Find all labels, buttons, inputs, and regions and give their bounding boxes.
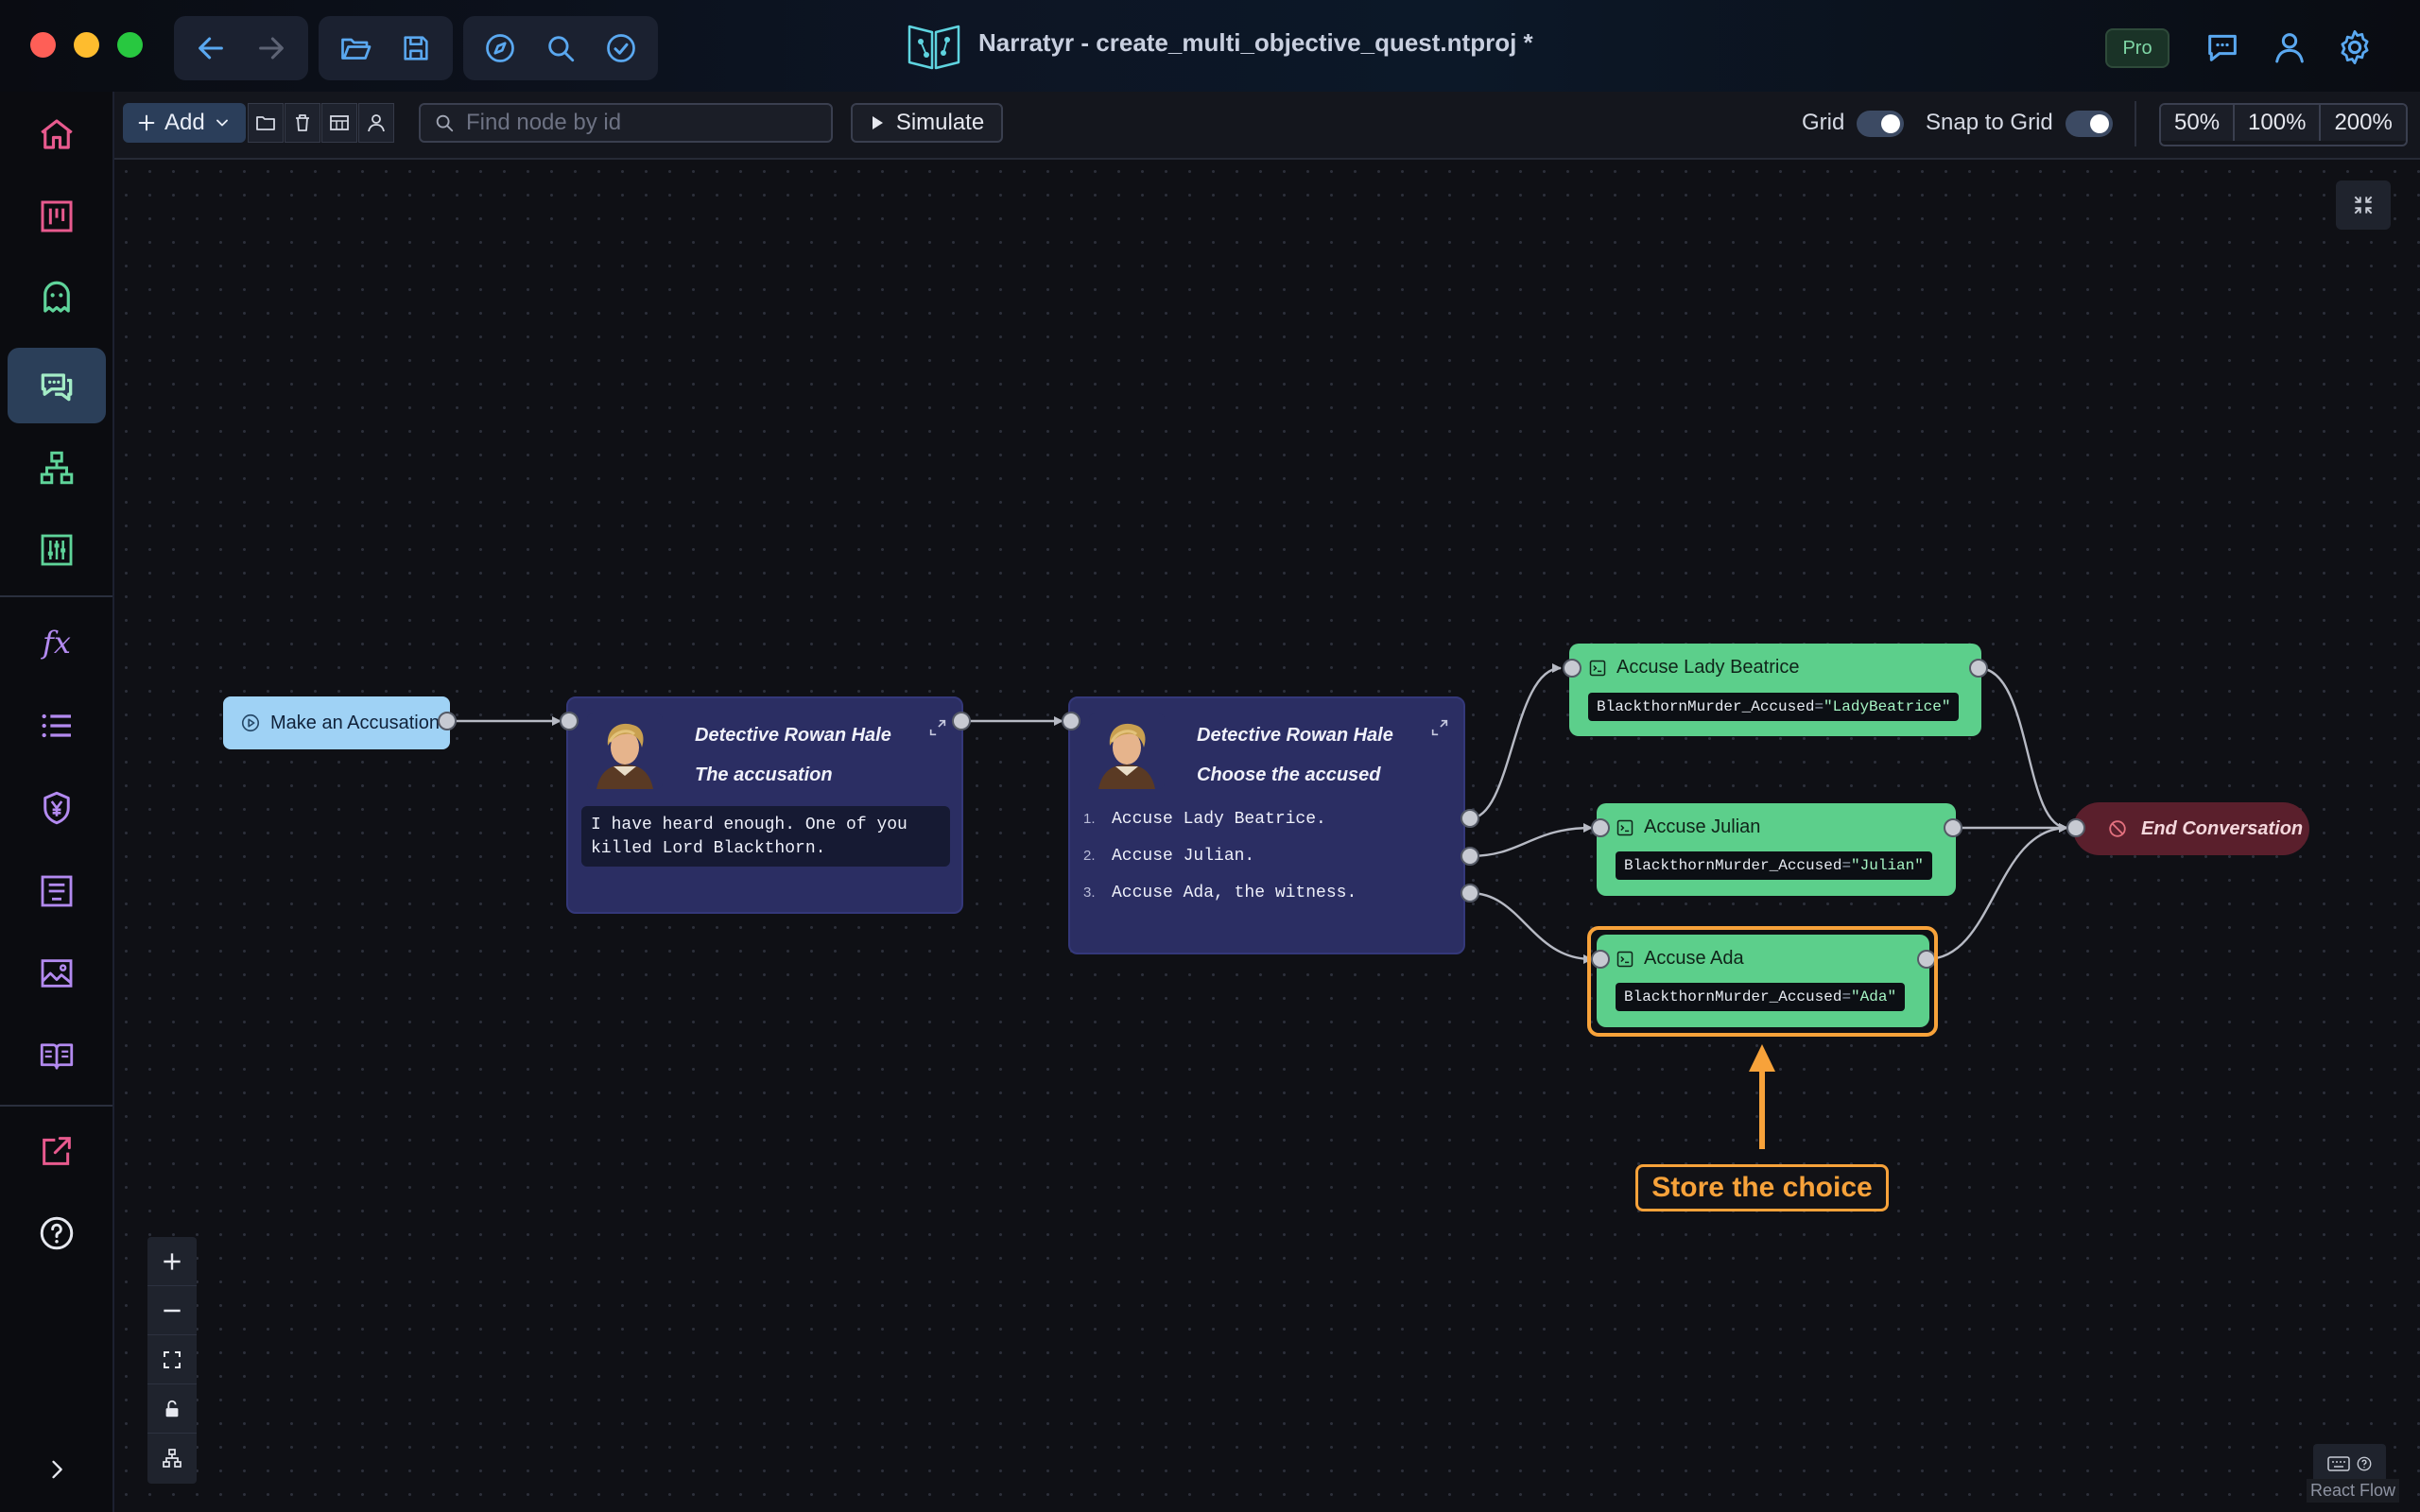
choice-text: Accuse Julian. (1112, 847, 1255, 866)
dialog1-input-port[interactable] (560, 712, 579, 730)
terminal-icon (1616, 819, 1634, 835)
choice-number: 3. (1083, 885, 1096, 901)
dialogue-subtitle: The accusation (695, 765, 833, 785)
edge-choice1-to-beatrice (1469, 663, 1562, 820)
highlight-frame (1587, 926, 1938, 1037)
minimize-icon (2354, 196, 2373, 215)
variable-name: BlackthornMurder_Accused (1624, 857, 1842, 874)
edge-beatrice-to-end (1978, 666, 2068, 833)
terminal-icon (1589, 660, 1606, 676)
julian-input-port[interactable] (1591, 818, 1610, 837)
instruction-node[interactable]: Accuse Julian BlackthornMurder_Accused =… (1597, 803, 1956, 896)
end-node-input-port[interactable] (2066, 818, 2085, 837)
assigned-value: "LadyBeatrice" (1824, 698, 1951, 715)
fullscreen-icon (164, 1350, 181, 1368)
speaker-avatar (1089, 713, 1165, 789)
operator: = (1841, 857, 1852, 874)
lock-icon (165, 1400, 179, 1417)
instruction-node[interactable]: Accuse Lady Beatrice BlackthornMurder_Ac… (1569, 644, 1981, 736)
dialogue-subtitle: Choose the accused (1197, 765, 1381, 785)
choice-item[interactable]: 1. Accuse Lady Beatrice. (1083, 810, 1326, 829)
end-node-label: End Conversation (2141, 817, 2304, 839)
callout-arrow (1749, 1044, 1775, 1149)
instruction-header: Accuse Julian (1616, 816, 1760, 838)
dialog1-output-port[interactable] (952, 712, 971, 730)
dialog2-input-port[interactable] (1062, 712, 1080, 730)
callout-label: Store the choice (1635, 1164, 1889, 1211)
edge-choice3-to-ada (1469, 891, 1593, 964)
start-node[interactable]: Make an Accusation (223, 696, 450, 749)
choice-node[interactable]: Detective Rowan Hale Choose the accused … (1068, 696, 1465, 954)
auto-layout-button[interactable] (147, 1434, 197, 1483)
end-conversation-node[interactable]: End Conversation (2073, 802, 2309, 855)
beatrice-input-port[interactable] (1563, 659, 1582, 678)
lock-button[interactable] (147, 1384, 197, 1434)
choice-text: Accuse Ada, the witness. (1112, 884, 1357, 902)
minus-icon (164, 1309, 181, 1312)
speaker-name: Detective Rowan Hale (1197, 725, 1393, 746)
dialogue-node[interactable]: Detective Rowan Hale The accusation I ha… (566, 696, 963, 914)
speaker-avatar (587, 713, 663, 789)
operator: = (1814, 698, 1824, 715)
choice-item[interactable]: 3. Accuse Ada, the witness. (1083, 884, 1357, 902)
fit-view-button[interactable] (147, 1335, 197, 1384)
help-icon (2357, 1456, 2371, 1471)
start-node-label: Make an Accusation (270, 712, 440, 733)
keyboard-icon (2326, 1456, 2350, 1471)
speaker-name: Detective Rowan Hale (695, 725, 891, 746)
beatrice-output-port[interactable] (1969, 659, 1988, 678)
choice-item[interactable]: 2. Accuse Julian. (1083, 847, 1254, 866)
prohibited-icon (2109, 820, 2126, 837)
instruction-header: Accuse Lady Beatrice (1588, 657, 1799, 679)
zoom-out-button[interactable] (147, 1286, 197, 1335)
plus-icon (164, 1252, 181, 1270)
fit-view-button[interactable] (2336, 180, 2391, 230)
react-flow-attribution[interactable]: React Flow (2307, 1479, 2400, 1503)
choice-number: 1. (1083, 811, 1096, 827)
zoom-controls (147, 1237, 197, 1484)
keyboard-shortcuts-button[interactable] (2313, 1444, 2386, 1484)
instruction-code: BlackthornMurder_Accused = "Julian" (1616, 851, 1932, 880)
hierarchy-icon (163, 1449, 182, 1468)
dialogue-text: I have heard enough. One of you killed L… (581, 806, 950, 867)
detective-portrait-icon (1089, 713, 1165, 789)
choice2-output-port[interactable] (1461, 847, 1479, 866)
expand-icon[interactable] (927, 717, 948, 738)
julian-output-port[interactable] (1944, 818, 1962, 837)
edge-choice2-to-julian (1469, 823, 1593, 858)
play-circle-icon (241, 713, 260, 732)
assigned-value: "Julian" (1851, 857, 1924, 874)
instruction-title: Accuse Julian (1644, 816, 1761, 837)
choice3-output-port[interactable] (1461, 884, 1479, 902)
instruction-title: Accuse Lady Beatrice (1616, 657, 1800, 678)
zoom-in-button[interactable] (147, 1237, 197, 1286)
expand-icon[interactable] (1429, 717, 1450, 738)
start-node-output-port[interactable] (438, 712, 457, 730)
instruction-code: BlackthornMurder_Accused = "LadyBeatrice… (1588, 693, 1960, 721)
detective-portrait-icon (587, 713, 663, 789)
choice-text: Accuse Lady Beatrice. (1112, 810, 1326, 829)
variable-name: BlackthornMurder_Accused (1597, 698, 1815, 715)
choice-number: 2. (1083, 848, 1096, 864)
choice1-output-port[interactable] (1461, 809, 1479, 828)
